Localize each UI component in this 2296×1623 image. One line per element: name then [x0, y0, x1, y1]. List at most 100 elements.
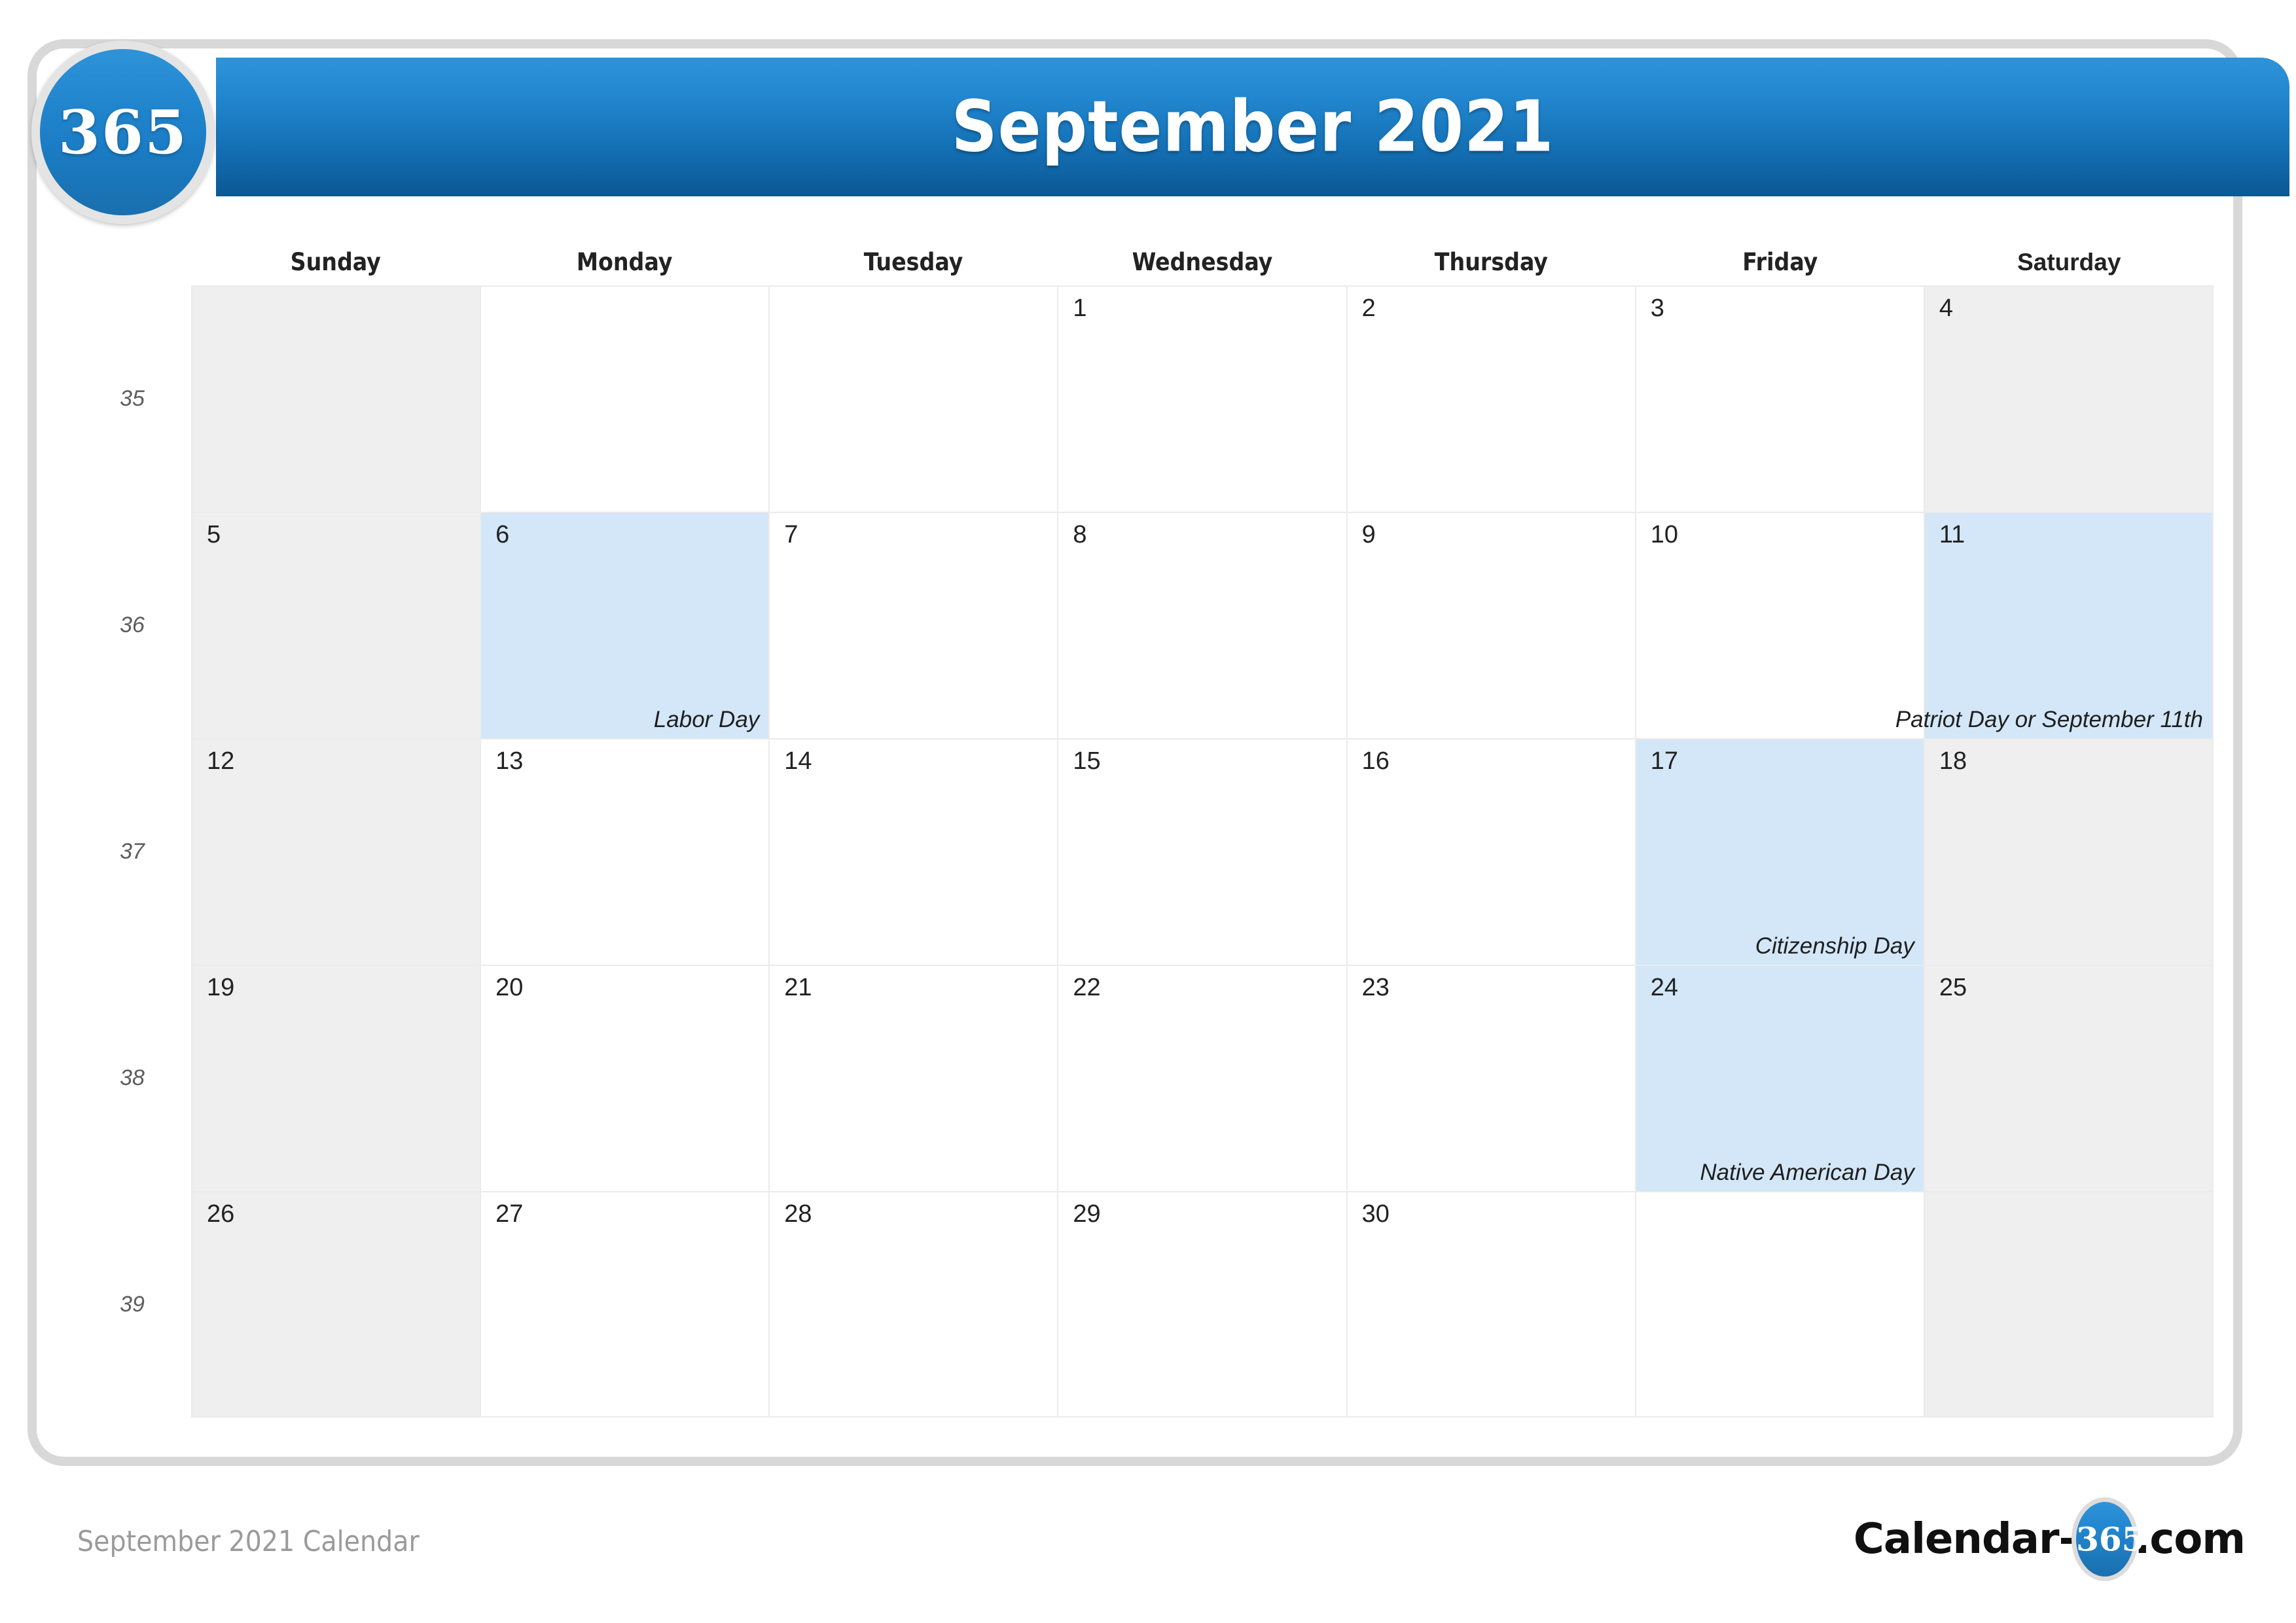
day-number: 13: [495, 747, 524, 775]
day-number: 27: [495, 1200, 524, 1228]
day-cell[interactable]: 7: [770, 513, 1059, 738]
week-number: 35: [120, 385, 145, 411]
day-cell[interactable]: 17 Citizenship Day: [1636, 740, 1925, 965]
day-cell[interactable]: 10: [1636, 513, 1925, 738]
day-number: 30: [1361, 1200, 1390, 1228]
weekday-header-saturday: Saturday: [2017, 249, 2121, 276]
day-number: 16: [1361, 747, 1390, 775]
day-number: 4: [1939, 294, 1953, 322]
day-number: 2: [1361, 294, 1376, 322]
day-cell[interactable]: 6 Labor Day: [481, 513, 770, 738]
weekday-header-row: Sunday Monday Tuesday Wednesday Thursday Frid…: [191, 245, 2214, 285]
day-cell[interactable]: 19: [191, 966, 482, 1191]
day-number: 10: [1650, 521, 1678, 548]
day-cell[interactable]: 12: [191, 740, 482, 965]
day-cell-empty: [481, 287, 770, 512]
day-number: 20: [495, 974, 524, 1001]
day-cell[interactable]: 4: [1924, 287, 2214, 512]
day-number: 7: [784, 521, 798, 548]
calendar-weeks: 35 1 2 3 4 36 5 6 Labor Day 7 8 9 10 11 Patriot Day or…: [73, 285, 2214, 1418]
day-cell[interactable]: 15: [1058, 740, 1348, 965]
week-days: 12 13 14 15 16 17 Citizenship Day 18: [191, 738, 2214, 965]
day-cell[interactable]: 18: [1924, 740, 2214, 965]
week-number: 38: [120, 1065, 145, 1090]
month-header-bar: September 2021: [216, 58, 2289, 196]
day-number: 12: [207, 747, 235, 775]
week-row: 37 12 13 14 15 16 17 Citizenship Day 18: [73, 738, 2214, 965]
weekday-header-thursday: Thursday: [1434, 248, 1548, 276]
day-cell[interactable]: 11 Patriot Day or September 11th: [1895, 513, 2214, 738]
brand-365-badge-icon: 365: [31, 41, 215, 224]
logo-suffix-text: .com: [2134, 1515, 2246, 1563]
day-cell[interactable]: 20: [481, 966, 770, 1191]
calendar-365-logo[interactable]: Calendar- 365 .com: [1853, 1497, 2246, 1581]
day-number: 29: [1073, 1200, 1101, 1228]
week-row: 36 5 6 Labor Day 7 8 9 10 11 Patriot Day or Septe…: [73, 512, 2214, 738]
logo-365-oval-icon: 365: [2072, 1497, 2145, 1581]
day-cell-empty: [191, 287, 482, 512]
day-number: 28: [784, 1200, 812, 1228]
day-number: 1: [1073, 294, 1087, 322]
day-cell[interactable]: 26: [191, 1192, 482, 1416]
week-number: 39: [120, 1291, 145, 1317]
day-cell[interactable]: 22: [1058, 966, 1348, 1191]
week-row: 35 1 2 3 4: [73, 285, 2214, 512]
footer-caption: September 2021 Calendar: [77, 1525, 420, 1558]
day-number: 26: [207, 1200, 235, 1228]
holiday-label: Native American Day: [1700, 1160, 1914, 1185]
day-cell[interactable]: 2: [1347, 287, 1636, 512]
day-cell[interactable]: 23: [1347, 966, 1636, 1191]
day-cell[interactable]: 16: [1347, 740, 1636, 965]
day-cell[interactable]: 29: [1058, 1192, 1348, 1416]
day-number: 21: [784, 974, 812, 1001]
day-cell-empty: [1636, 1192, 1925, 1416]
day-cell[interactable]: 9: [1347, 513, 1636, 738]
brand-badge-label: 365: [58, 97, 188, 168]
day-cell[interactable]: 13: [481, 740, 770, 965]
day-number: 22: [1073, 974, 1101, 1001]
weekday-header-friday: Friday: [1742, 248, 1818, 276]
day-number: 8: [1073, 521, 1087, 548]
week-days: 19 20 21 22 23 24 Native American Day 25: [191, 965, 2214, 1191]
day-number: 17: [1650, 747, 1678, 775]
logo-365-label: 365: [2076, 1520, 2145, 1559]
holiday-label: Patriot Day or September 11th: [1895, 707, 2203, 732]
day-number: 11: [1939, 521, 1965, 548]
logo-prefix-text: Calendar-: [1853, 1515, 2076, 1563]
day-cell[interactable]: 27: [481, 1192, 770, 1416]
day-number: 14: [784, 747, 812, 775]
day-cell[interactable]: 30: [1347, 1192, 1636, 1416]
page-title: September 2021: [951, 86, 1554, 168]
week-number: 37: [120, 838, 145, 864]
day-number: 24: [1650, 974, 1678, 1001]
day-cell-empty: [770, 287, 1059, 512]
holiday-label: Labor Day: [653, 707, 760, 732]
week-number: 36: [120, 612, 145, 637]
day-cell-empty: [1924, 1192, 2214, 1416]
day-number: 6: [495, 521, 510, 548]
holiday-label: Citizenship Day: [1755, 933, 1914, 959]
weekday-header-tuesday: Tuesday: [863, 248, 963, 276]
week-row: 39 26 27 28 29 30: [73, 1191, 2214, 1418]
weekday-header-wednesday: Wednesday: [1132, 248, 1273, 276]
day-cell[interactable]: 14: [770, 740, 1059, 965]
day-cell[interactable]: 1: [1058, 287, 1348, 512]
week-days: 26 27 28 29 30: [191, 1191, 2214, 1418]
day-number: 23: [1361, 974, 1390, 1001]
day-cell[interactable]: 24 Native American Day: [1636, 966, 1925, 1191]
day-cell[interactable]: 3: [1636, 287, 1925, 512]
day-cell[interactable]: 5: [191, 513, 482, 738]
day-number: 5: [207, 521, 221, 548]
weekday-header-sunday: Sunday: [290, 248, 381, 276]
week-days: 5 6 Labor Day 7 8 9 10 11 Patriot Day or Septemb…: [191, 512, 2214, 738]
day-number: 15: [1073, 747, 1101, 775]
day-cell[interactable]: 21: [770, 966, 1059, 1191]
day-number: 19: [207, 974, 235, 1001]
day-cell[interactable]: 28: [770, 1192, 1059, 1416]
calendar-grid: Sunday Monday Tuesday Wednesday Thursday Frid…: [73, 245, 2214, 1475]
day-cell[interactable]: 8: [1058, 513, 1348, 738]
day-cell[interactable]: 25: [1924, 966, 2214, 1191]
weekday-header-monday: Monday: [576, 248, 673, 276]
calendar-frame: 365 SundayMondayTuesdayWednesdayThursday…: [27, 39, 2242, 1466]
day-number: 3: [1650, 294, 1664, 322]
